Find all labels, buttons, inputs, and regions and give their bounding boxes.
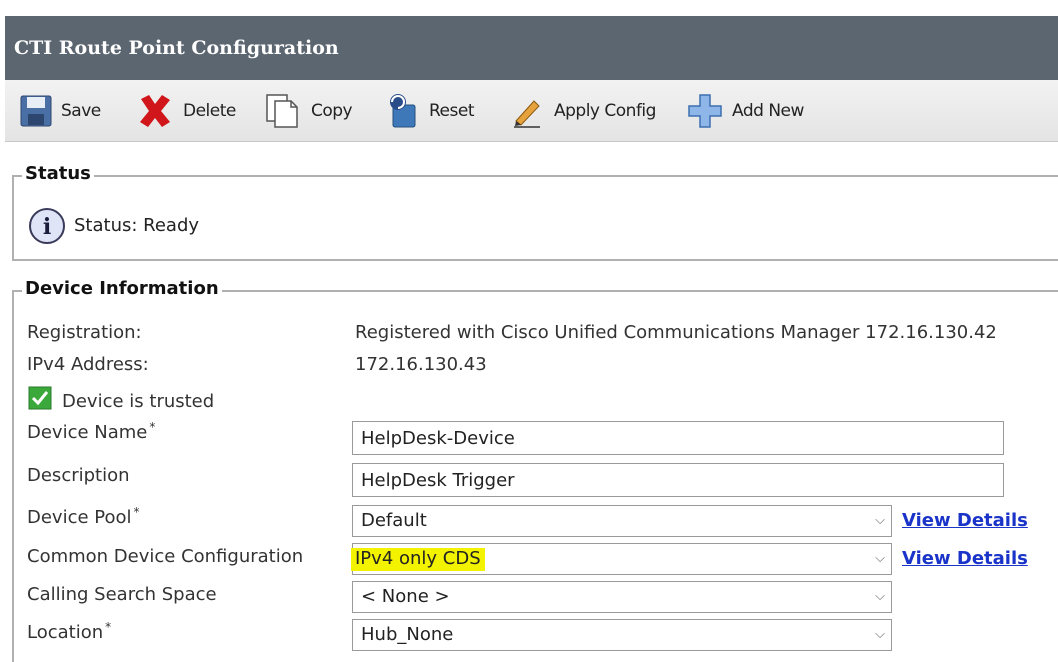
device-trusted-label: Device is trusted <box>62 391 215 412</box>
save-button[interactable]: Save <box>19 80 101 142</box>
common-device-config-select[interactable]: IPv4 only CDS ⌵ <box>351 543 892 575</box>
device-name-label: Device Name * <box>27 420 156 443</box>
status-text: Status: Ready <box>74 215 200 236</box>
device-pool-select[interactable]: Default ⌵ <box>352 505 892 537</box>
page-title: CTI Route Point Configuration <box>5 16 1058 80</box>
apply-config-button[interactable]: Apply Config <box>510 80 656 142</box>
floppy-disk-icon <box>20 95 52 127</box>
calling-search-space-value: < None > <box>361 586 450 607</box>
location-select[interactable]: Hub_None ⌵ <box>352 619 892 651</box>
common-device-config-view-details-link[interactable]: View Details <box>902 548 1028 569</box>
registration-value: Registered with Cisco Unified Communicat… <box>355 322 997 343</box>
device-pool-view-details-link[interactable]: View Details <box>902 510 1028 531</box>
add-new-label: Add New <box>732 101 804 121</box>
reset-button[interactable]: Reset <box>383 80 475 142</box>
toolbar: Save Delete Copy Reset Apply Config Add … <box>5 80 1058 142</box>
copy-button[interactable]: Copy <box>263 80 353 142</box>
status-legend: Status <box>22 163 94 184</box>
description-label: Description <box>27 465 130 486</box>
svg-text:i: i <box>43 214 51 240</box>
required-marker: * <box>133 505 140 519</box>
location-label-text: Location <box>27 622 104 643</box>
delete-button[interactable]: Delete <box>135 80 236 142</box>
registration-label: Registration: <box>27 322 142 343</box>
required-marker: * <box>105 620 112 634</box>
device-pool-value: Default <box>361 510 427 531</box>
calling-search-space-select[interactable]: < None > ⌵ <box>352 581 892 613</box>
calling-search-space-label: Calling Search Space <box>27 584 217 605</box>
save-label: Save <box>61 101 101 121</box>
top-margin <box>0 0 1058 16</box>
device-information-legend: Device Information <box>22 278 222 299</box>
location-value: Hub_None <box>361 624 454 645</box>
info-icon: i <box>29 208 65 244</box>
plus-icon <box>688 94 722 128</box>
common-device-config-label: Common Device Configuration <box>27 546 304 567</box>
device-pool-label-text: Device Pool <box>27 507 132 528</box>
apply-config-label: Apply Config <box>554 101 656 121</box>
ipv4-address-label: IPv4 Address: <box>27 354 149 375</box>
description-input[interactable] <box>352 463 1004 497</box>
required-marker: * <box>149 420 156 434</box>
location-label: Location * <box>27 620 112 643</box>
ipv4-address-value: 172.16.130.43 <box>355 354 487 375</box>
delete-label: Delete <box>183 101 236 121</box>
checkbox-checked-icon <box>28 386 52 410</box>
chevron-down-icon: ⌵ <box>875 589 885 604</box>
copy-icon <box>266 94 298 128</box>
chevron-down-icon: ⌵ <box>875 513 885 528</box>
pencil-icon <box>514 100 540 128</box>
device-name-label-text: Device Name <box>27 422 148 443</box>
device-pool-label: Device Pool * <box>27 505 140 528</box>
chevron-down-icon: ⌵ <box>875 551 885 566</box>
status-section: Status i Status: Ready <box>12 163 1058 261</box>
add-new-button[interactable]: Add New <box>686 80 804 142</box>
device-name-input[interactable] <box>352 421 1004 455</box>
common-device-config-value: IPv4 only CDS <box>351 548 485 571</box>
reset-icon <box>390 94 416 128</box>
reset-label: Reset <box>429 101 475 121</box>
delete-x-icon <box>140 95 170 127</box>
copy-label: Copy <box>311 101 353 121</box>
